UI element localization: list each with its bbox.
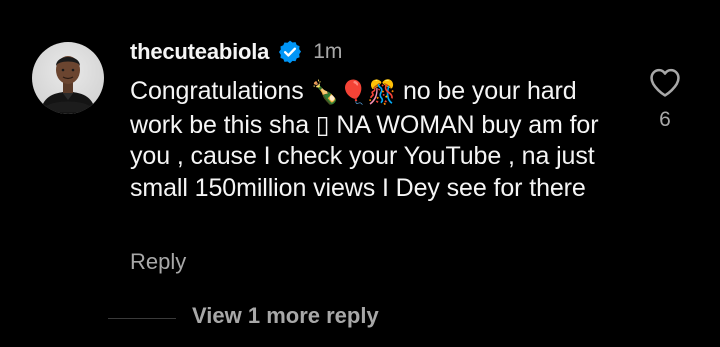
missing-glyph: ▯ <box>315 110 330 139</box>
timestamp: 1m <box>313 40 343 63</box>
like-count: 6 <box>659 108 671 131</box>
comment-text-part: Congratulations <box>130 77 311 105</box>
balloon-emoji: 🎈 <box>339 80 368 106</box>
username[interactable]: thecuteabiola <box>130 39 269 65</box>
avatar[interactable] <box>32 42 104 114</box>
comment-thread: thecuteabiola 1m Congratulations 🍾🎈🎊 no … <box>0 0 720 347</box>
comment-item: thecuteabiola 1m Congratulations 🍾🎈🎊 no … <box>0 0 720 290</box>
comment-header: thecuteabiola 1m <box>130 36 342 68</box>
confetti-emoji: 🎊 <box>367 80 397 106</box>
replies-divider <box>108 318 176 319</box>
champagne-emoji: 🍾 <box>310 80 340 106</box>
view-replies-button[interactable]: View 1 more reply <box>192 303 379 329</box>
reply-button[interactable]: Reply <box>130 249 186 275</box>
verified-badge-icon <box>277 39 303 65</box>
avatar-image <box>40 56 96 114</box>
heart-outline-icon[interactable] <box>648 66 682 98</box>
comment-text: Congratulations 🍾🎈🎊 no be your hard work… <box>130 76 610 204</box>
